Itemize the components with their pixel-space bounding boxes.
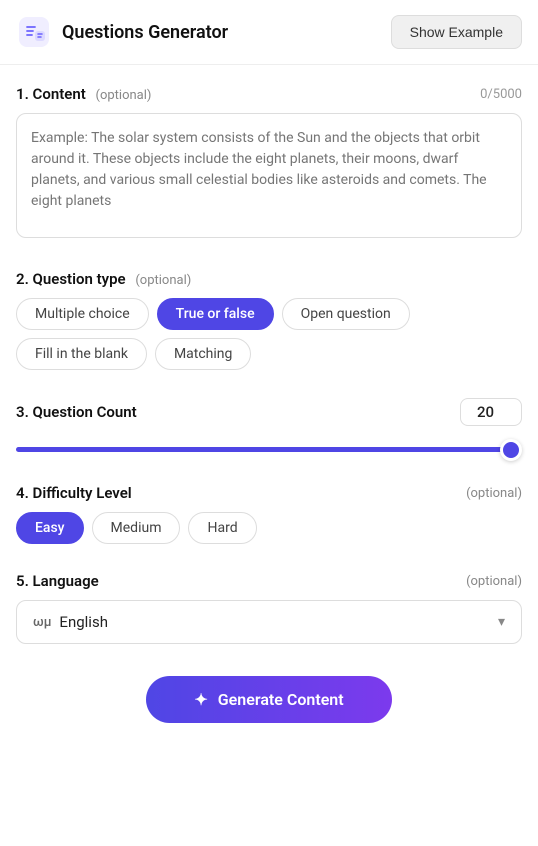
chevron-down-icon: ▾	[498, 614, 505, 630]
content-optional: (optional)	[96, 88, 152, 103]
language-header: 5. Language (optional)	[16, 572, 522, 590]
question-count-slider[interactable]	[16, 447, 522, 452]
content-section: 1. Content (optional) 0/5000	[16, 85, 522, 242]
language-select-inner: ωμ English	[33, 613, 108, 631]
generate-button[interactable]: ✦ Generate Content	[146, 676, 391, 723]
page-title: Questions Generator	[62, 22, 228, 43]
language-section: 5. Language (optional) ωμ English ▾	[16, 572, 522, 644]
question-count-input[interactable]	[473, 403, 509, 421]
count-input-wrap	[460, 398, 522, 426]
chip-easy[interactable]: Easy	[16, 512, 84, 544]
language-optional: (optional)	[466, 574, 522, 589]
question-count-section: 3. Question Count	[16, 398, 522, 456]
slider-wrap	[16, 438, 522, 456]
header-left: Questions Generator	[16, 14, 228, 50]
chip-matching[interactable]: Matching	[155, 338, 251, 370]
language-value: English	[59, 613, 108, 631]
difficulty-chips: Easy Medium Hard	[16, 512, 522, 544]
generate-button-label: Generate Content	[218, 690, 344, 709]
question-count-label: 3. Question Count	[16, 403, 137, 421]
question-type-section: 2. Question type (optional) Multiple cho…	[16, 270, 522, 370]
main-content: 1. Content (optional) 0/5000 2. Question…	[0, 65, 538, 763]
question-type-header: 2. Question type (optional)	[16, 270, 522, 288]
difficulty-header: 4. Difficulty Level (optional)	[16, 484, 522, 502]
language-flag: ωμ	[33, 615, 51, 630]
generate-btn-wrap: ✦ Generate Content	[16, 676, 522, 743]
chip-multiple-choice[interactable]: Multiple choice	[16, 298, 149, 330]
content-char-count: 0/5000	[480, 87, 522, 102]
chip-hard[interactable]: Hard	[188, 512, 256, 544]
content-section-header: 1. Content (optional) 0/5000	[16, 85, 522, 103]
question-type-label: 2. Question type (optional)	[16, 270, 191, 288]
chip-medium[interactable]: Medium	[92, 512, 181, 544]
language-select[interactable]: ωμ English ▾	[16, 600, 522, 644]
difficulty-section: 4. Difficulty Level (optional) Easy Medi…	[16, 484, 522, 544]
chip-open-question[interactable]: Open question	[282, 298, 410, 330]
question-type-optional: (optional)	[135, 273, 191, 288]
show-example-button[interactable]: Show Example	[391, 15, 522, 49]
content-label: 1. Content (optional)	[16, 85, 151, 103]
chip-true-or-false[interactable]: True or false	[157, 298, 274, 330]
question-type-chips: Multiple choice True or false Open quest…	[16, 298, 522, 370]
difficulty-optional: (optional)	[466, 486, 522, 501]
header: Questions Generator Show Example	[0, 0, 538, 65]
count-row: 3. Question Count	[16, 398, 522, 426]
sparkle-icon: ✦	[194, 690, 207, 709]
questions-icon	[16, 14, 52, 50]
content-textarea[interactable]	[16, 113, 522, 238]
chip-fill-in-blank[interactable]: Fill in the blank	[16, 338, 147, 370]
